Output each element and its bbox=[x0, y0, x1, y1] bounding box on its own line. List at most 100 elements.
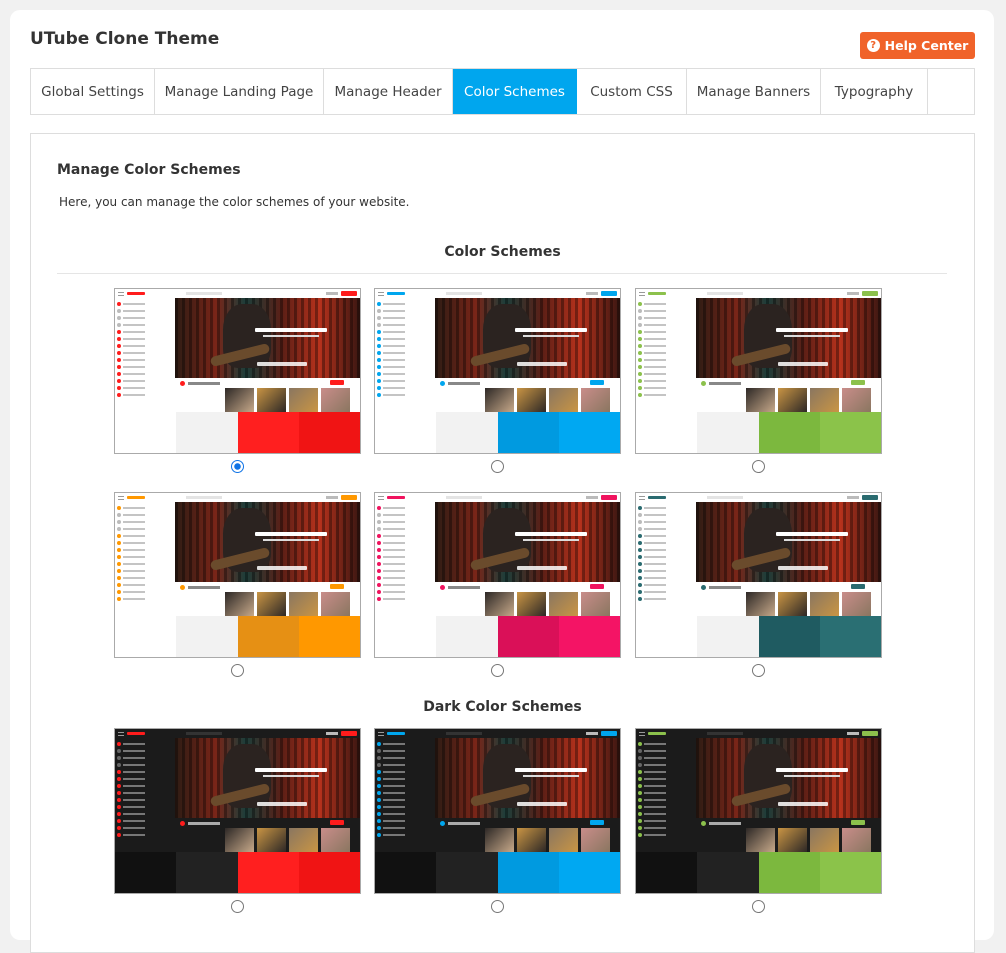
color-scheme-radio[interactable] bbox=[491, 460, 504, 473]
tab-manage-banners[interactable]: Manage Banners bbox=[687, 69, 821, 114]
tab-custom-css[interactable]: Custom CSS bbox=[577, 69, 687, 114]
tab-manage-landing-page[interactable]: Manage Landing Page bbox=[155, 69, 324, 114]
tab-global-settings[interactable]: Global Settings bbox=[31, 69, 155, 114]
color-scheme-radio[interactable] bbox=[491, 900, 504, 913]
preview-sidebar-item bbox=[638, 511, 694, 518]
preview-sidebar-item bbox=[117, 567, 173, 574]
help-center-button[interactable]: ? Help Center bbox=[860, 32, 975, 59]
palette-swatch bbox=[436, 616, 498, 657]
color-scheme-option[interactable] bbox=[635, 288, 882, 473]
preview-category-name bbox=[709, 822, 741, 825]
preview-sidebar-dot bbox=[638, 582, 642, 587]
preview-logo bbox=[127, 496, 145, 499]
preview-sidebar-line bbox=[383, 393, 405, 396]
preview-pet-photo bbox=[746, 828, 775, 852]
color-scheme-option[interactable] bbox=[374, 288, 621, 473]
palette-swatch bbox=[558, 616, 620, 657]
preview-logo bbox=[387, 732, 405, 735]
preview-sidebar-item bbox=[638, 740, 694, 747]
preview-sidebar-dot bbox=[638, 533, 642, 538]
preview-hero-subtitle bbox=[784, 775, 840, 777]
preview-sidebar-item bbox=[117, 300, 173, 307]
preview-sidebar-line bbox=[123, 541, 145, 544]
preview-sidebar-line bbox=[383, 344, 405, 347]
preview-pet-photo bbox=[321, 388, 350, 412]
color-scheme-radio[interactable] bbox=[231, 900, 244, 913]
preview-sidebar-item bbox=[638, 349, 694, 356]
color-scheme-option[interactable] bbox=[114, 288, 361, 473]
preview-sidebar-line bbox=[644, 826, 666, 829]
color-scheme-option[interactable] bbox=[635, 728, 882, 913]
color-scheme-radio[interactable] bbox=[752, 460, 765, 473]
color-scheme-radio[interactable] bbox=[752, 900, 765, 913]
preview-hero-subtitle bbox=[263, 775, 319, 777]
color-scheme-radio[interactable] bbox=[491, 664, 504, 677]
palette-strip bbox=[115, 852, 360, 893]
color-scheme-preview[interactable] bbox=[635, 728, 882, 894]
preview-sidebar-dot bbox=[638, 512, 642, 517]
preview-signup bbox=[601, 731, 617, 736]
preview-sidebar-dot bbox=[638, 322, 642, 327]
preview-sidebar-item bbox=[377, 567, 433, 574]
tab-manage-header[interactable]: Manage Header bbox=[324, 69, 453, 114]
color-scheme-radio[interactable] bbox=[752, 664, 765, 677]
preview-sidebar-line bbox=[644, 323, 666, 326]
preview-sidebar-line bbox=[644, 393, 666, 396]
preview-sidebar-item bbox=[638, 335, 694, 342]
preview-sidebar-line bbox=[644, 583, 666, 586]
color-scheme-preview[interactable] bbox=[374, 288, 621, 454]
color-scheme-option[interactable] bbox=[374, 728, 621, 913]
color-scheme-radio[interactable] bbox=[231, 664, 244, 677]
preview-sidebar-line bbox=[383, 583, 405, 586]
color-scheme-preview[interactable] bbox=[114, 492, 361, 658]
preview-sidebar-line bbox=[644, 555, 666, 558]
preview-sidebar-line bbox=[644, 372, 666, 375]
preview-sidebar-dot bbox=[377, 832, 381, 837]
tab-color-schemes[interactable]: Color Schemes bbox=[453, 69, 577, 114]
preview-hero-title bbox=[515, 768, 587, 772]
preview-menu-icon bbox=[118, 495, 124, 500]
preview-hero-search bbox=[517, 566, 567, 570]
preview-sidebar-dot bbox=[638, 315, 642, 320]
preview-photos bbox=[175, 388, 360, 412]
color-scheme-preview[interactable] bbox=[635, 492, 882, 658]
color-scheme-option[interactable] bbox=[374, 492, 621, 677]
preview-sidebar-dot bbox=[638, 364, 642, 369]
preview-sidebar-item bbox=[377, 518, 433, 525]
color-scheme-preview[interactable] bbox=[374, 492, 621, 658]
preview-sidebar-line bbox=[383, 323, 405, 326]
color-scheme-option[interactable] bbox=[635, 492, 882, 677]
preview-photos bbox=[435, 388, 620, 412]
palette-swatch bbox=[497, 412, 559, 453]
preview-hero-title bbox=[776, 768, 848, 772]
preview-sidebar-dot bbox=[638, 825, 642, 830]
preview-sidebar-dot bbox=[638, 769, 642, 774]
preview-sidebar-item bbox=[638, 782, 694, 789]
preview-sidebar-line bbox=[644, 520, 666, 523]
preview-sidebar-dot bbox=[377, 329, 381, 334]
tab-typography[interactable]: Typography bbox=[821, 69, 928, 114]
color-scheme-preview[interactable] bbox=[635, 288, 882, 454]
settings-card: UTube Clone Theme ? Help Center Global S… bbox=[10, 10, 994, 953]
color-scheme-radio[interactable] bbox=[231, 460, 244, 473]
preview-sidebar bbox=[375, 502, 435, 616]
preview-sidebar-dot bbox=[377, 554, 381, 559]
color-scheme-option[interactable] bbox=[114, 728, 361, 913]
preview-sidebar-line bbox=[123, 555, 145, 558]
preview-sidebar-item bbox=[117, 335, 173, 342]
preview-sidebar-line bbox=[123, 351, 145, 354]
color-scheme-preview[interactable] bbox=[374, 728, 621, 894]
color-scheme-option[interactable] bbox=[114, 492, 361, 677]
preview-category-row bbox=[696, 582, 881, 616]
preview-sidebar-item bbox=[638, 370, 694, 377]
preview-sidebar-dot bbox=[117, 540, 121, 545]
preview-view-all bbox=[851, 820, 865, 825]
preview-sidebar-dot bbox=[377, 533, 381, 538]
preview-sidebar-dot bbox=[117, 741, 121, 746]
preview-signup bbox=[341, 731, 357, 736]
color-scheme-preview[interactable] bbox=[114, 728, 361, 894]
color-scheme-preview[interactable] bbox=[114, 288, 361, 454]
preview-logo bbox=[648, 732, 666, 735]
preview-menu-icon bbox=[378, 731, 384, 736]
preview-sidebar-line bbox=[383, 826, 405, 829]
